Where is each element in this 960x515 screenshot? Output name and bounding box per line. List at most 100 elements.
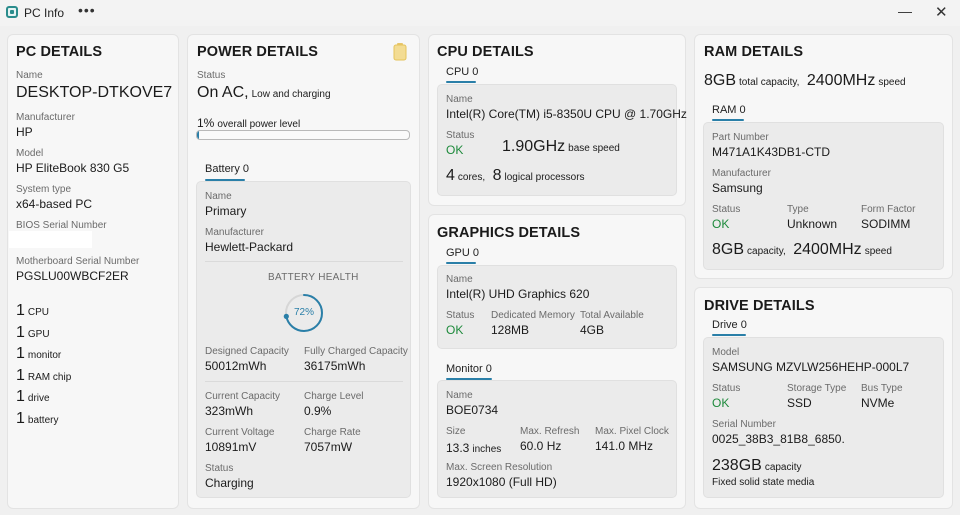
drive-model-value: SAMSUNG MZVLW256HEHP-000L7 <box>712 360 910 374</box>
full-capacity-label: Fully Charged Capacity <box>304 346 408 357</box>
graphics-details-heading: GRAPHICS DETAILS <box>437 225 581 241</box>
gpu-total-label: Total Available <box>580 310 644 321</box>
battery-0-tab[interactable]: Battery 0 <box>205 163 249 175</box>
pc-system-type-label: System type <box>16 184 72 195</box>
cpu-details-heading: CPU DETAILS <box>437 44 534 60</box>
count-battery: 1 battery <box>16 410 59 427</box>
ram-form-label: Form Factor <box>861 204 916 215</box>
monitor-refresh-label: Max. Refresh <box>520 426 580 437</box>
charge-rate-value: 7057mW <box>304 440 353 454</box>
more-options-icon[interactable]: ••• <box>78 2 96 18</box>
ram-details-heading: RAM DETAILS <box>704 44 804 60</box>
ram-part-value: M471A1K43DB1-CTD <box>712 145 831 159</box>
monitor-refresh-value: 60.0 Hz <box>520 439 562 453</box>
drive-status-value: OK <box>712 396 730 410</box>
count-drive: 1 drive <box>16 388 50 405</box>
gpu-memory-label: Dedicated Memory <box>491 310 575 321</box>
cpu-core-count: 4 cores, 8 logical processors <box>446 167 585 184</box>
close-icon[interactable]: ✕ <box>935 3 948 21</box>
gpu-0-tab[interactable]: GPU 0 <box>446 247 479 259</box>
pc-details-heading: PC DETAILS <box>16 44 103 60</box>
pc-bios-label: BIOS Serial Number <box>16 220 107 231</box>
app-title: PC Info <box>24 6 65 20</box>
monitor-name-value: BOE0734 <box>446 403 499 417</box>
power-status-label: Status <box>197 70 226 81</box>
battery-divider-2 <box>205 381 403 382</box>
cpu-base-speed: 1.90GHz base speed <box>502 138 620 155</box>
ram-type-value: Unknown <box>787 217 838 231</box>
battery-name-value: Primary <box>205 204 247 218</box>
count-monitor: 1 monitor <box>16 345 62 362</box>
cpu-status-value: OK <box>446 143 464 157</box>
app-icon <box>6 6 18 18</box>
minimize-icon[interactable]: — <box>898 3 912 19</box>
ram-tab-underline <box>712 119 744 121</box>
title-bar: PC Info ••• — ✕ <box>0 0 960 26</box>
drive-status-label: Status <box>712 383 741 394</box>
drive-model-label: Model <box>712 347 740 358</box>
monitor-clock-label: Max. Pixel Clock <box>595 426 669 437</box>
battery-status-label: Status <box>205 463 234 474</box>
drive-media-type: Fixed solid state media <box>712 477 815 488</box>
drive-bus-value: NVMe <box>861 396 895 410</box>
current-voltage-value: 10891mV <box>205 440 257 454</box>
cpu-tab-underline <box>446 81 476 83</box>
power-level-bar <box>196 130 410 140</box>
ram-0-tab[interactable]: RAM 0 <box>712 104 746 116</box>
cpu-status-label: Status <box>446 130 475 141</box>
cpu-0-tab[interactable]: CPU 0 <box>446 66 478 78</box>
pc-manufacturer-label: Manufacturer <box>16 112 75 123</box>
gpu-total-value: 4GB <box>580 323 605 337</box>
battery-name-label: Name <box>205 191 232 202</box>
count-gpu: 1 GPU <box>16 324 50 341</box>
ram-manufacturer-value: Samsung <box>712 181 763 195</box>
gpu-name-label: Name <box>446 274 473 285</box>
battery-divider-1 <box>205 261 403 262</box>
battery-manufacturer-value: Hewlett-Packard <box>205 240 294 254</box>
charge-level-value: 0.9% <box>304 404 332 418</box>
monitor-size-value: 13.3 inches <box>446 441 502 455</box>
gpu-memory-value: 128MB <box>491 323 530 337</box>
drive-storage-label: Storage Type <box>787 383 847 394</box>
gpu-panel <box>437 265 677 349</box>
ram-form-value: SODIMM <box>861 217 911 231</box>
drive-details-heading: DRIVE DETAILS <box>704 298 815 314</box>
battery-status-value: Charging <box>205 476 254 490</box>
current-capacity-label: Current Capacity <box>205 391 281 402</box>
pc-name-label: Name <box>16 70 43 81</box>
battery-icon <box>393 43 407 61</box>
pc-model-value: HP EliteBook 830 G5 <box>16 161 130 175</box>
pc-mb-label: Motherboard Serial Number <box>16 256 140 267</box>
power-details-heading: POWER DETAILS <box>197 44 319 60</box>
pc-name-value: DESKTOP-DTKOVE7 <box>16 84 173 101</box>
full-capacity-value: 36175mWh <box>304 359 366 373</box>
monitor-size-label: Size <box>446 426 466 437</box>
drive-tab-underline <box>712 334 746 336</box>
battery-manufacturer-label: Manufacturer <box>205 227 264 238</box>
pc-system-type-value: x64-based PC <box>16 197 93 211</box>
pc-mb-value: PGSLU00WBCF2ER <box>16 269 129 283</box>
cpu-name-label: Name <box>446 94 473 105</box>
battery-health-value: 72% <box>293 307 314 318</box>
current-capacity-value: 323mWh <box>205 404 254 418</box>
pc-model-label: Model <box>16 148 44 159</box>
ram-status-label: Status <box>712 204 741 215</box>
ram-total-summary: 8GB total capacity, 2400MHz speed <box>704 72 906 89</box>
count-cpu: 1 CPU <box>16 302 50 319</box>
cpu-name-value: Intel(R) Core(TM) i5-8350U CPU @ 1.70GHz <box>446 107 687 121</box>
ram-status-value: OK <box>712 217 730 231</box>
ram-type-label: Type <box>787 204 809 215</box>
monitor-0-tab[interactable]: Monitor 0 <box>446 363 492 375</box>
drive-capacity: 238GB capacity <box>712 457 802 474</box>
charge-level-label: Charge Level <box>304 391 364 402</box>
drive-serial-value: 0025_38B3_81B8_6850. <box>712 432 845 446</box>
drive-bus-label: Bus Type <box>861 383 903 394</box>
charge-rate-label: Charge Rate <box>304 427 361 438</box>
count-ram: 1 RAM chip <box>16 367 72 384</box>
drive-serial-label: Serial Number <box>712 419 776 430</box>
battery-health-label: BATTERY HEALTH <box>268 272 359 283</box>
gpu-status-value: OK <box>446 323 464 337</box>
drive-0-tab[interactable]: Drive 0 <box>712 319 747 331</box>
gpu-tab-underline <box>446 262 476 264</box>
monitor-name-label: Name <box>446 390 473 401</box>
